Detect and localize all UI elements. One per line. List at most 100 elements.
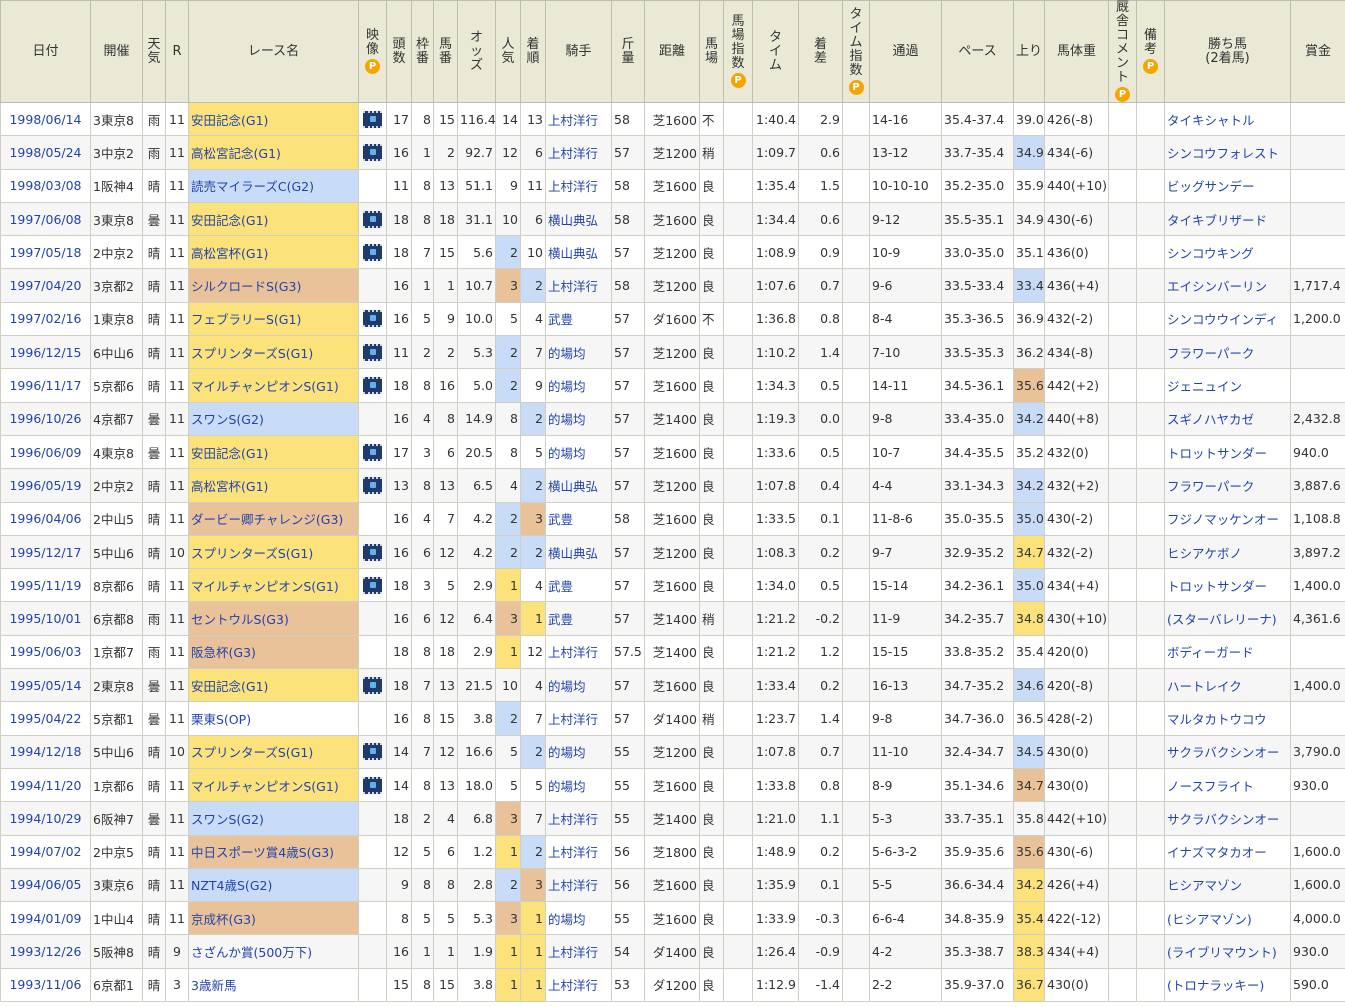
- video-icon[interactable]: [363, 310, 382, 328]
- winner-link[interactable]: ボディーガード: [1164, 634, 1291, 670]
- video-icon[interactable]: [363, 143, 382, 161]
- video-icon[interactable]: [363, 543, 382, 561]
- race-name-link[interactable]: 読売マイラーズC(G2): [188, 168, 359, 203]
- jockey-link[interactable]: 武豊: [545, 301, 612, 337]
- date-link[interactable]: 1996/10/26: [0, 401, 91, 436]
- race-name-link[interactable]: 安田記念(G1): [188, 101, 359, 137]
- race-name-link[interactable]: 阪急杯(G3): [188, 634, 359, 670]
- winner-link[interactable]: ヒシアマゾン: [1164, 867, 1291, 903]
- jockey-link[interactable]: 的場均: [545, 734, 612, 769]
- jockey-link[interactable]: 的場均: [545, 434, 612, 470]
- video-icon[interactable]: [363, 210, 382, 228]
- winner-link[interactable]: エイシンバーリン: [1164, 268, 1291, 303]
- date-link[interactable]: 1994/11/20: [0, 767, 91, 803]
- jockey-link[interactable]: 武豊: [545, 501, 612, 536]
- race-name-link[interactable]: さざんか賞(500万下): [188, 934, 359, 969]
- jockey-link[interactable]: 横山典弘: [545, 201, 612, 237]
- premium-icon[interactable]: P: [1143, 59, 1158, 74]
- jockey-link[interactable]: 上村洋行: [545, 867, 612, 903]
- jockey-link[interactable]: 的場均: [545, 767, 612, 803]
- race-name-link[interactable]: マイルチャンピオンS(G1): [188, 767, 359, 803]
- date-link[interactable]: 1994/10/29: [0, 801, 91, 836]
- race-name-link[interactable]: マイルチャンピオンS(G1): [188, 368, 359, 403]
- race-name-link[interactable]: 京成杯(G3): [188, 901, 359, 936]
- date-link[interactable]: 1998/06/14: [0, 101, 91, 137]
- jockey-link[interactable]: 上村洋行: [545, 801, 612, 836]
- date-link[interactable]: 1998/05/24: [0, 135, 91, 170]
- date-link[interactable]: 1997/05/18: [0, 235, 91, 270]
- race-name-link[interactable]: セントウルS(G3): [188, 601, 359, 636]
- race-name-link[interactable]: 安田記念(G1): [188, 201, 359, 237]
- race-name-link[interactable]: 安田記念(G1): [188, 434, 359, 470]
- date-link[interactable]: 1995/05/14: [0, 668, 91, 703]
- video-icon[interactable]: [363, 443, 382, 461]
- date-link[interactable]: 1996/12/15: [0, 335, 91, 370]
- winner-link[interactable]: ビッグサンデー: [1164, 168, 1291, 203]
- winner-link[interactable]: (ライブリマウント): [1164, 934, 1291, 969]
- winner-link[interactable]: (ヒシアマゾン): [1164, 901, 1291, 936]
- race-name-link[interactable]: 高松宮杯(G1): [188, 468, 359, 503]
- date-link[interactable]: 1997/02/16: [0, 301, 91, 337]
- jockey-link[interactable]: 的場均: [545, 335, 612, 370]
- video-icon[interactable]: [363, 243, 382, 261]
- race-name-link[interactable]: 高松宮記念(G1): [188, 135, 359, 170]
- race-name-link[interactable]: スワンS(G2): [188, 401, 359, 436]
- premium-icon[interactable]: P: [1115, 87, 1130, 102]
- date-link[interactable]: 1994/07/02: [0, 834, 91, 869]
- race-name-link[interactable]: スプリンターズS(G1): [188, 335, 359, 370]
- jockey-link[interactable]: 的場均: [545, 368, 612, 403]
- date-link[interactable]: 1996/05/19: [0, 468, 91, 503]
- header-date[interactable]: 日付: [0, 0, 91, 103]
- jockey-link[interactable]: 武豊: [545, 568, 612, 603]
- race-name-link[interactable]: スプリンターズS(G1): [188, 734, 359, 769]
- premium-icon[interactable]: P: [730, 73, 746, 88]
- date-link[interactable]: 1997/04/20: [0, 268, 91, 303]
- premium-icon[interactable]: P: [365, 59, 380, 74]
- winner-link[interactable]: ノースフライト: [1164, 767, 1291, 803]
- winner-link[interactable]: シンコウフォレスト: [1164, 135, 1291, 170]
- jockey-link[interactable]: 上村洋行: [545, 135, 612, 170]
- jockey-link[interactable]: 横山典弘: [545, 468, 612, 503]
- date-link[interactable]: 1995/10/01: [0, 601, 91, 636]
- jockey-link[interactable]: 上村洋行: [545, 834, 612, 869]
- winner-link[interactable]: トロットサンダー: [1164, 434, 1291, 470]
- race-name-link[interactable]: フェブラリーS(G1): [188, 301, 359, 337]
- jockey-link[interactable]: 上村洋行: [545, 701, 612, 736]
- video-icon[interactable]: [363, 676, 382, 694]
- race-name-link[interactable]: NZT4歳S(G2): [188, 867, 359, 903]
- jockey-link[interactable]: 上村洋行: [545, 101, 612, 137]
- winner-link[interactable]: フジノマッケンオー: [1164, 501, 1291, 536]
- winner-link[interactable]: イナズマタカオー: [1164, 834, 1291, 869]
- winner-link[interactable]: ジェニュイン: [1164, 368, 1291, 403]
- date-link[interactable]: 1993/11/06: [0, 967, 91, 1003]
- race-name-link[interactable]: マイルチャンピオンS(G1): [188, 568, 359, 603]
- jockey-link[interactable]: 上村洋行: [545, 268, 612, 303]
- jockey-link[interactable]: 上村洋行: [545, 934, 612, 969]
- jockey-link[interactable]: 的場均: [545, 668, 612, 703]
- date-link[interactable]: 1993/12/26: [0, 934, 91, 969]
- date-link[interactable]: 1994/01/09: [0, 901, 91, 936]
- video-icon[interactable]: [363, 343, 382, 361]
- date-link[interactable]: 1995/11/19: [0, 568, 91, 603]
- jockey-link[interactable]: 上村洋行: [545, 168, 612, 203]
- jockey-link[interactable]: 横山典弘: [545, 235, 612, 270]
- winner-link[interactable]: サクラバクシンオー: [1164, 801, 1291, 836]
- winner-link[interactable]: (スターバレリーナ): [1164, 601, 1291, 636]
- premium-icon[interactable]: P: [848, 80, 864, 95]
- winner-link[interactable]: フラワーパーク: [1164, 468, 1291, 503]
- race-name-link[interactable]: スプリンターズS(G1): [188, 534, 359, 570]
- winner-link[interactable]: タイキシャトル: [1164, 101, 1291, 137]
- winner-link[interactable]: シンコウウインディ: [1164, 301, 1291, 337]
- winner-link[interactable]: サクラバクシンオー: [1164, 734, 1291, 769]
- video-icon[interactable]: [363, 776, 382, 794]
- winner-link[interactable]: トロットサンダー: [1164, 568, 1291, 603]
- winner-link[interactable]: スギノハヤカゼ: [1164, 401, 1291, 436]
- winner-link[interactable]: ヒシアケボノ: [1164, 534, 1291, 570]
- date-link[interactable]: 1997/06/08: [0, 201, 91, 237]
- winner-link[interactable]: タイキブリザード: [1164, 201, 1291, 237]
- jockey-link[interactable]: 横山典弘: [545, 534, 612, 570]
- race-name-link[interactable]: スワンS(G2): [188, 801, 359, 836]
- jockey-link[interactable]: 上村洋行: [545, 967, 612, 1003]
- date-link[interactable]: 1996/11/17: [0, 368, 91, 403]
- video-icon[interactable]: [363, 576, 382, 594]
